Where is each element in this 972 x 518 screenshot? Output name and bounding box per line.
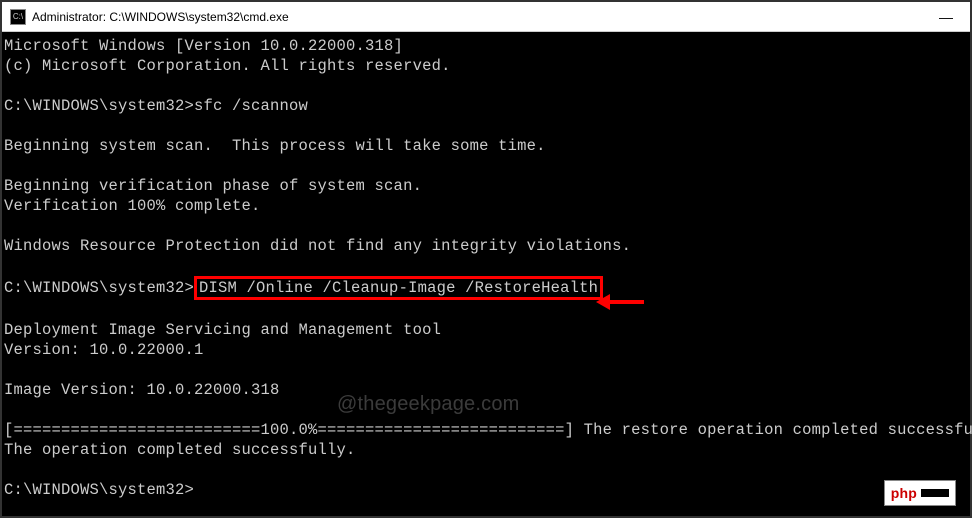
watermark-text: @thegeekpage.com <box>337 394 520 414</box>
image-version-line: Image Version: 10.0.22000.318 <box>4 381 280 399</box>
dism-header-line: Deployment Image Servicing and Managemen… <box>4 321 441 339</box>
command-sfc: sfc /scannow <box>194 97 308 115</box>
dism-version-line: Version: 10.0.22000.1 <box>4 341 204 359</box>
badge-label: php <box>891 483 917 503</box>
progress-line: [==========================100.0%=======… <box>4 421 972 439</box>
sfc-result-line: Windows Resource Protection did not find… <box>4 237 631 255</box>
annotation-arrow-icon <box>596 290 646 314</box>
prompt-3: C:\WINDOWS\system32> <box>4 481 194 499</box>
minimize-button[interactable]: — <box>938 9 954 25</box>
window-titlebar: C:\ Administrator: C:\WINDOWS\system32\c… <box>2 2 970 32</box>
window-controls: — <box>938 9 962 25</box>
copyright-line: (c) Microsoft Corporation. All rights re… <box>4 57 451 75</box>
badge-bar-icon <box>921 489 949 497</box>
cmd-icon: C:\ <box>10 9 26 25</box>
scan-begin-line: Beginning system scan. This process will… <box>4 137 546 155</box>
operation-done-line: The operation completed successfully. <box>4 441 356 459</box>
verify-done-line: Verification 100% complete. <box>4 197 261 215</box>
prompt-2: C:\WINDOWS\system32> <box>4 279 194 297</box>
prompt-1: C:\WINDOWS\system32> <box>4 97 194 115</box>
php-badge: php <box>884 480 956 506</box>
terminal-output[interactable]: Microsoft Windows [Version 10.0.22000.31… <box>2 32 970 516</box>
highlighted-command: DISM /Online /Cleanup-Image /RestoreHeal… <box>194 276 603 300</box>
os-version-line: Microsoft Windows [Version 10.0.22000.31… <box>4 37 403 55</box>
window-title: Administrator: C:\WINDOWS\system32\cmd.e… <box>32 10 289 24</box>
verify-begin-line: Beginning verification phase of system s… <box>4 177 422 195</box>
